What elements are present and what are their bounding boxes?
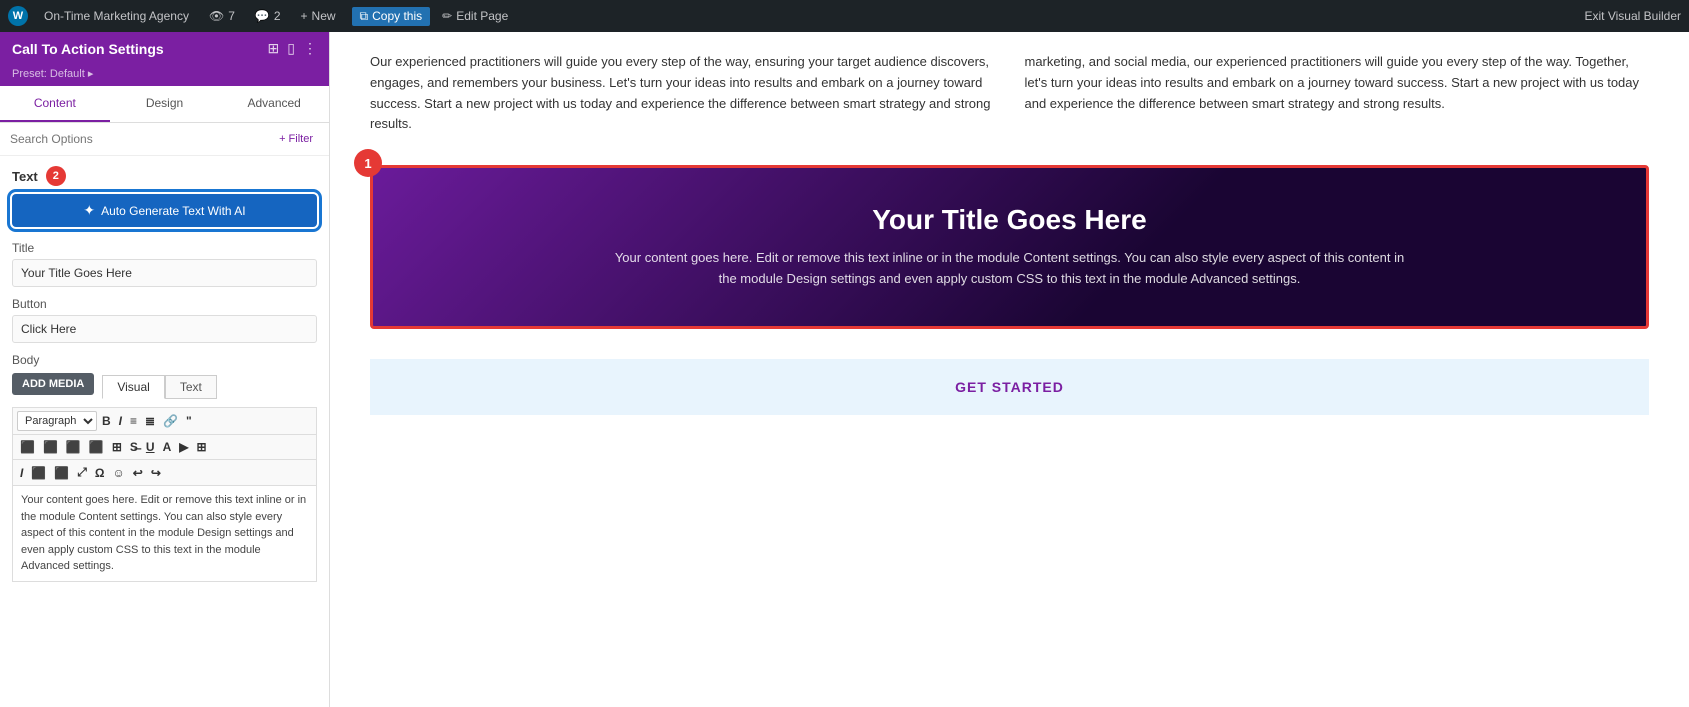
right-content: Our experienced practitioners will guide… bbox=[330, 32, 1689, 707]
comments-item[interactable]: 💬 2 bbox=[251, 9, 285, 23]
copy-this-button[interactable]: ⧉ Copy this bbox=[352, 7, 431, 26]
expand-button[interactable]: ⤢ bbox=[74, 463, 90, 482]
left-panel: Call To Action Settings ⊞ ▯ ⋮ Preset: De… bbox=[0, 32, 330, 707]
cta-module[interactable]: Your Title Goes Here Your content goes h… bbox=[370, 165, 1649, 329]
underline-button[interactable]: U bbox=[143, 438, 158, 456]
italic2-button[interactable]: I bbox=[17, 464, 26, 482]
align-right-button[interactable]: ⬛ bbox=[63, 438, 84, 456]
body-text-content[interactable]: Your content goes here. Edit or remove t… bbox=[12, 485, 317, 582]
undo-button[interactable]: ↩ bbox=[130, 464, 146, 482]
emoji-button[interactable]: ☺ bbox=[109, 464, 127, 482]
views-count: 7 bbox=[228, 9, 235, 23]
justify-button[interactable]: ⬛ bbox=[86, 438, 107, 456]
new-item[interactable]: + New bbox=[297, 9, 340, 23]
more-icon[interactable]: ⋮ bbox=[303, 40, 317, 57]
panel-preset: Preset: Default ▸ bbox=[0, 65, 329, 86]
comments-count: 2 bbox=[274, 9, 281, 23]
exit-label: Exit Visual Builder bbox=[1585, 9, 1682, 23]
body-label: Body bbox=[12, 353, 317, 367]
toolbar-row-2: ⬛ ⬛ ⬛ ⬛ ⊞ S̶ U A ▶ ⊞ bbox=[12, 434, 317, 459]
admin-bar: W On-Time Marketing Agency 👁 7 💬 2 + New… bbox=[0, 0, 1689, 32]
edit-label: Edit Page bbox=[456, 9, 508, 23]
blockquote-button[interactable]: " bbox=[183, 412, 195, 430]
pencil-icon: ✏ bbox=[442, 9, 452, 23]
color-button[interactable]: A bbox=[160, 438, 175, 456]
filter-button[interactable]: + Filter bbox=[273, 131, 319, 147]
content-area: Our experienced practitioners will guide… bbox=[330, 32, 1689, 435]
toolbar-row-1: Paragraph B I ≡ ≣ 🔗 " bbox=[12, 407, 317, 434]
content-para-1: Our experienced practitioners will guide… bbox=[370, 52, 995, 135]
agency-label: On-Time Marketing Agency bbox=[44, 9, 189, 23]
table-button[interactable]: ⊞ bbox=[109, 438, 125, 456]
comment-icon: 💬 bbox=[255, 9, 270, 23]
ul-button[interactable]: ≡ bbox=[127, 412, 140, 430]
body-section: Body ADD MEDIA Visual Text Paragraph B I… bbox=[12, 353, 317, 582]
panel-tabs: Content Design Advanced bbox=[0, 86, 329, 123]
body-editor-tabs: Visual Text bbox=[102, 375, 216, 399]
button-field-label: Button bbox=[12, 297, 317, 311]
views-item[interactable]: 👁 7 bbox=[205, 9, 239, 23]
text-badge: 2 bbox=[46, 166, 66, 186]
title-field-label: Title bbox=[12, 241, 317, 255]
copy-icon: ⧉ bbox=[360, 9, 369, 24]
maximize-icon[interactable]: ⊞ bbox=[268, 40, 280, 57]
special-char-button[interactable]: Ω bbox=[92, 464, 108, 482]
indent-button[interactable]: ▶ bbox=[176, 438, 191, 456]
text-tab[interactable]: Text bbox=[165, 375, 217, 399]
bold-button[interactable]: B bbox=[99, 412, 114, 430]
title-input[interactable] bbox=[12, 259, 317, 287]
copy-label: Copy this bbox=[372, 9, 422, 23]
agency-name[interactable]: On-Time Marketing Agency bbox=[40, 9, 193, 23]
tab-content[interactable]: Content bbox=[0, 86, 110, 122]
strikethrough-button[interactable]: S̶ bbox=[127, 438, 141, 456]
new-label: New bbox=[312, 9, 336, 23]
panel-search-bar: + Filter bbox=[0, 123, 329, 156]
bottom-section: GET STARTED bbox=[370, 359, 1649, 415]
redo-button[interactable]: ↪ bbox=[148, 464, 164, 482]
edit-page-button[interactable]: ✏ Edit Page bbox=[442, 9, 508, 23]
tab-design[interactable]: Design bbox=[110, 86, 220, 122]
cta-title: Your Title Goes Here bbox=[413, 204, 1606, 236]
add-media-button[interactable]: ADD MEDIA bbox=[12, 373, 94, 395]
link-button[interactable]: 🔗 bbox=[160, 412, 181, 430]
italic-button[interactable]: I bbox=[116, 412, 125, 430]
search-input[interactable] bbox=[10, 132, 267, 146]
cta-body-text: Your content goes here. Edit or remove t… bbox=[610, 248, 1410, 290]
visual-tab[interactable]: Visual bbox=[102, 375, 164, 399]
align-center-button[interactable]: ⬛ bbox=[40, 438, 61, 456]
exit-builder-button[interactable]: Exit Visual Builder bbox=[1585, 9, 1682, 23]
plus-icon: + bbox=[301, 9, 308, 23]
align-left-button[interactable]: ⬛ bbox=[17, 438, 38, 456]
ai-icon: ✦ bbox=[83, 202, 95, 219]
eye-icon: 👁 bbox=[209, 9, 224, 23]
split-icon[interactable]: ▯ bbox=[287, 40, 295, 57]
button-input[interactable] bbox=[12, 315, 317, 343]
main-layout: Call To Action Settings ⊞ ▯ ⋮ Preset: De… bbox=[0, 32, 1689, 707]
panel-header-actions: ⊞ ▯ ⋮ bbox=[268, 40, 317, 57]
paragraph-select[interactable]: Paragraph bbox=[17, 411, 97, 431]
indent2-button[interactable]: ⬛ bbox=[28, 464, 49, 482]
outdent-button[interactable]: ⬛ bbox=[51, 464, 72, 482]
more-formats-button[interactable]: ⊞ bbox=[193, 438, 209, 456]
text-label: Text bbox=[12, 169, 38, 184]
ai-button-label: Auto Generate Text With AI bbox=[101, 204, 246, 218]
ol-button[interactable]: ≣ bbox=[142, 412, 158, 430]
content-para-2: marketing, and social media, our experie… bbox=[1025, 52, 1650, 135]
panel-content: Text 2 ✦ Auto Generate Text With AI Titl… bbox=[0, 156, 329, 707]
panel-title: Call To Action Settings bbox=[12, 41, 164, 57]
tab-advanced[interactable]: Advanced bbox=[219, 86, 329, 122]
toolbar-row-3: I ⬛ ⬛ ⤢ Ω ☺ ↩ ↪ bbox=[12, 459, 317, 485]
panel-header: Call To Action Settings ⊞ ▯ ⋮ bbox=[0, 32, 329, 65]
cta-badge: 1 bbox=[354, 149, 382, 177]
ai-generate-button[interactable]: ✦ Auto Generate Text With AI bbox=[12, 194, 317, 227]
cta-wrapper: 1 Your Title Goes Here Your content goes… bbox=[370, 165, 1649, 329]
content-paragraphs: Our experienced practitioners will guide… bbox=[370, 52, 1649, 135]
text-section-label: Text 2 bbox=[12, 166, 317, 186]
wp-icon[interactable]: W bbox=[8, 6, 28, 26]
get-started-label: GET STARTED bbox=[410, 379, 1609, 395]
